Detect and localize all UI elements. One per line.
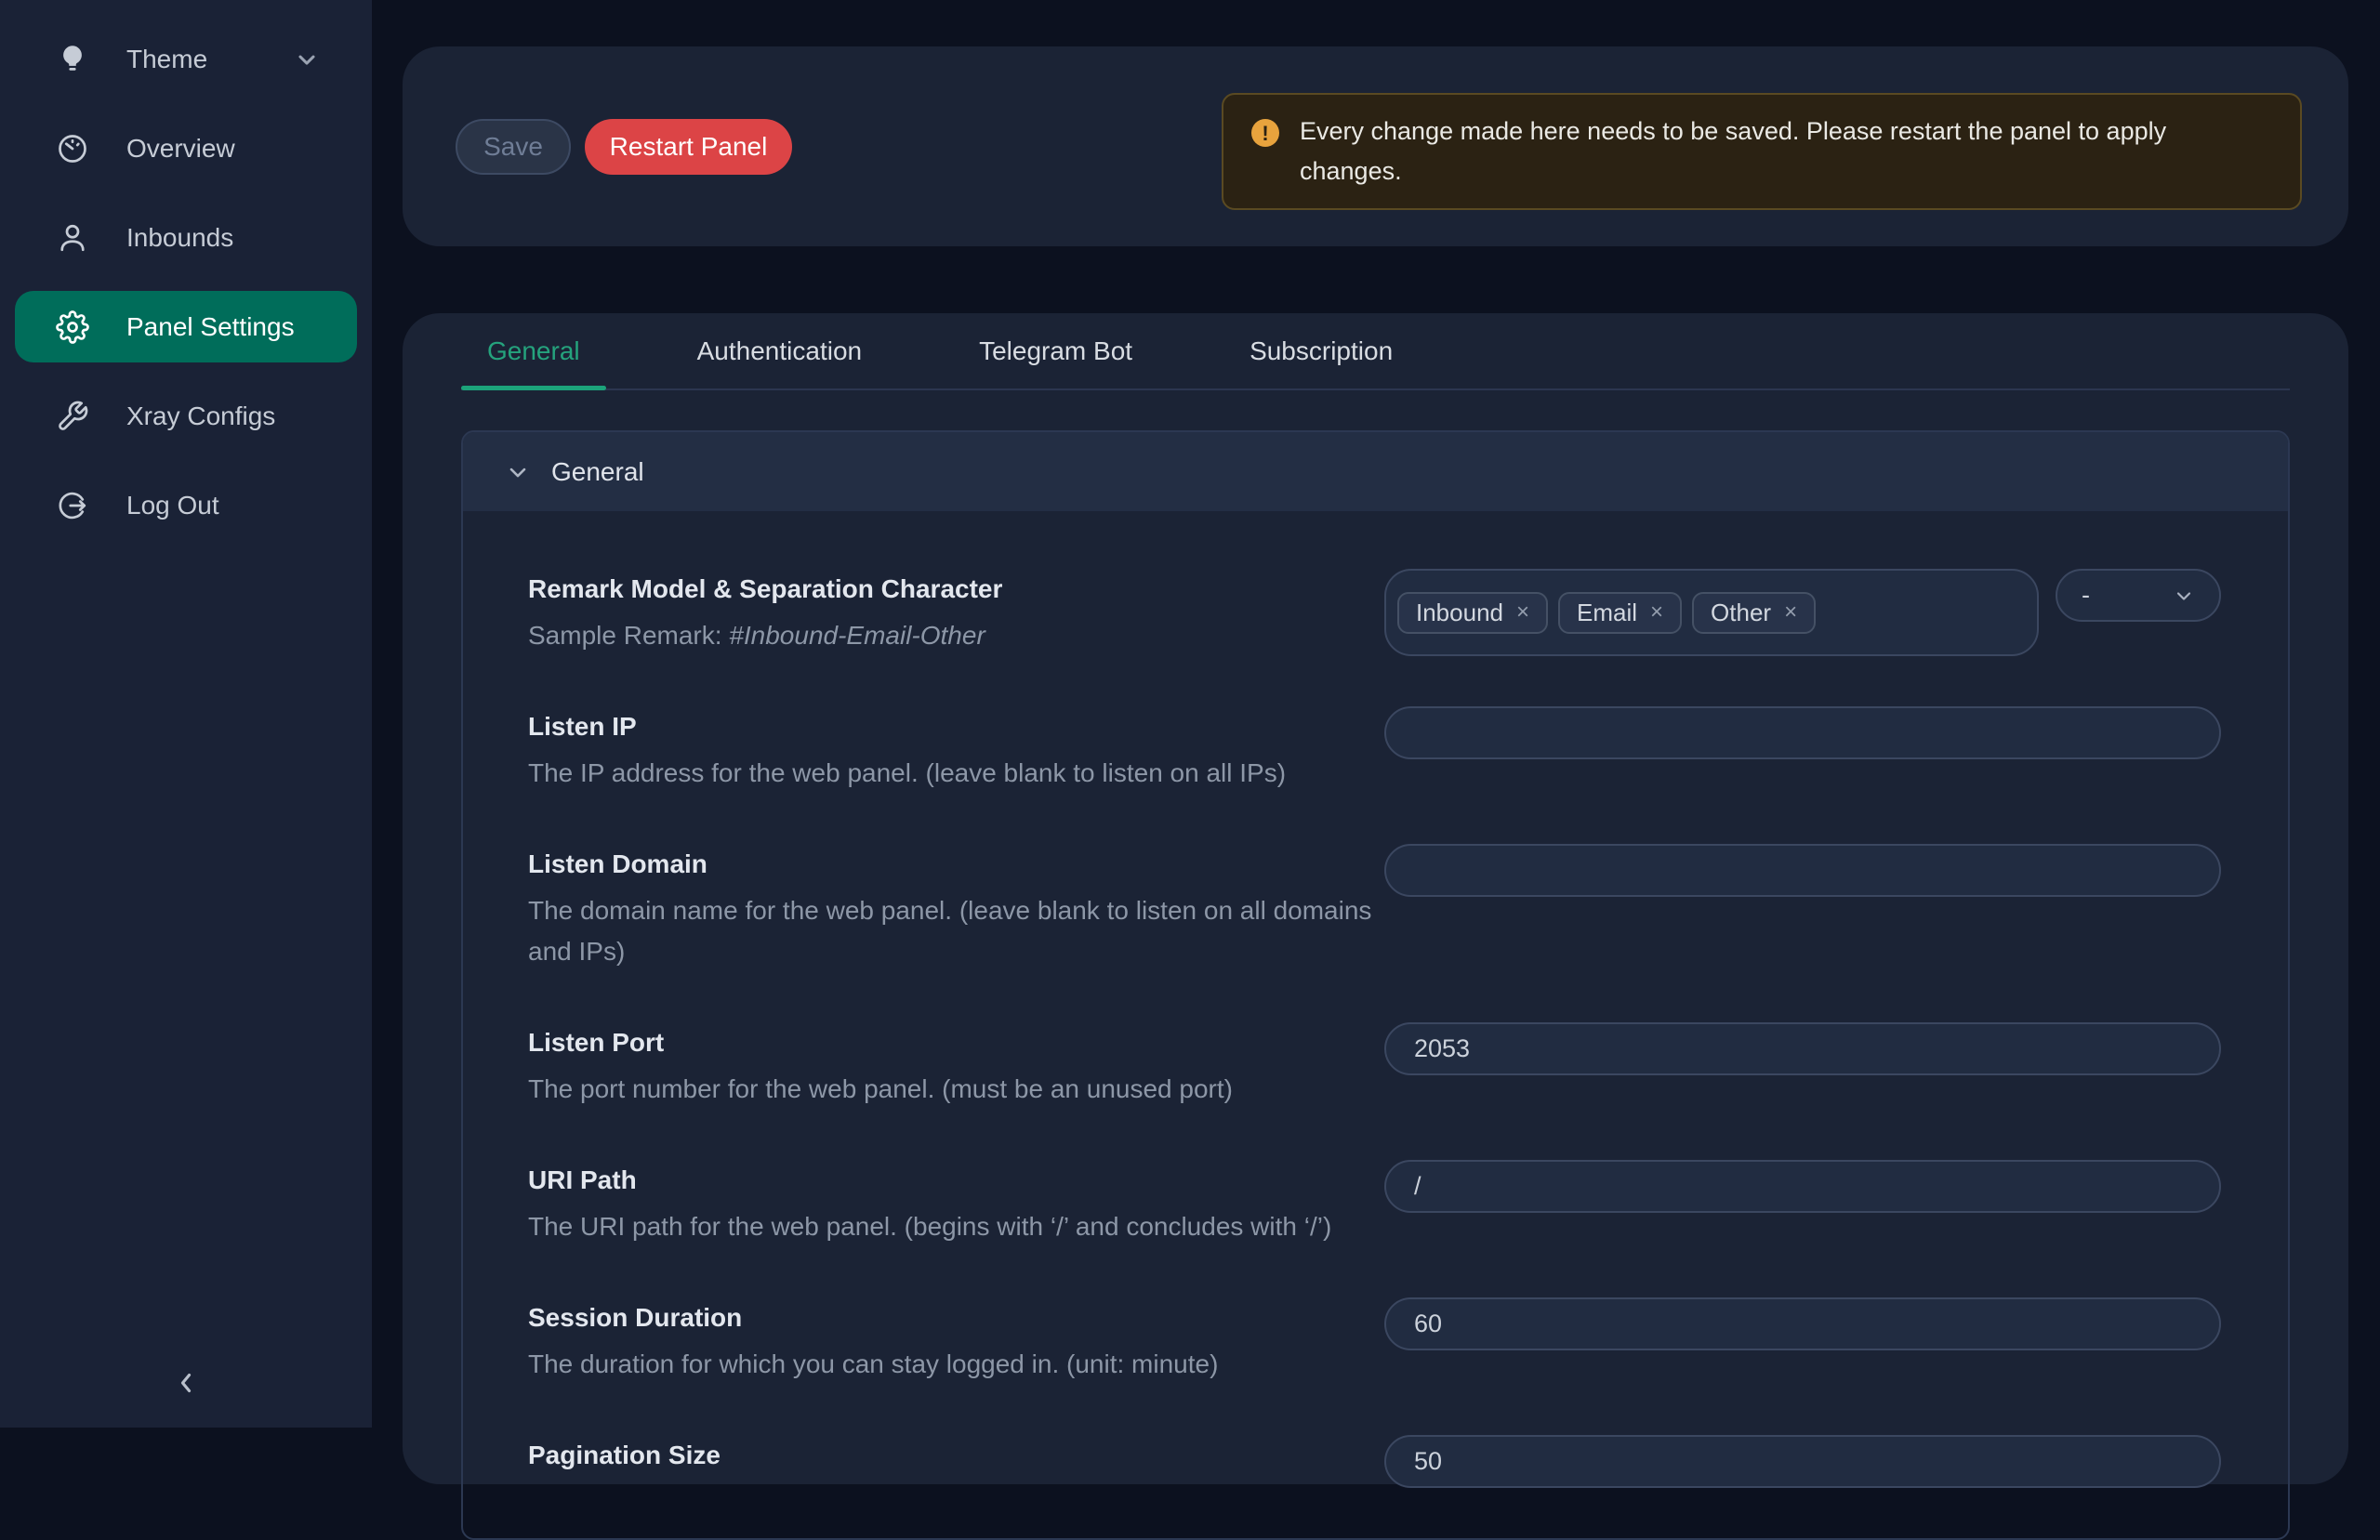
field-label: Listen Port [528,1024,1233,1061]
chevron-down-icon [294,46,320,72]
sidebar: Theme Overview [0,0,372,1428]
tag-inbound: Inbound × [1397,592,1548,634]
field-label: URI Path [528,1162,1331,1199]
chevron-left-icon [170,1367,202,1399]
field-description: Sample Remark: #Inbound-Email-Other [528,615,1002,656]
form-row-pagination-size: Pagination Size [528,1435,2221,1488]
sidebar-item-label: Overview [126,134,235,164]
listen-port-input[interactable] [1384,1022,2221,1075]
form-row-listen-domain: Listen Domain The domain name for the we… [528,844,2221,972]
lightbulb-icon [56,43,89,76]
separator-select[interactable]: - [2056,569,2221,622]
session-duration-input[interactable] [1384,1297,2221,1350]
general-collapse-header[interactable]: General [463,432,2288,511]
sidebar-item-panel-settings[interactable]: Panel Settings [15,291,357,362]
listen-ip-input[interactable] [1384,706,2221,759]
sidebar-item-label: Panel Settings [126,312,295,342]
sidebar-menu: Theme Overview [0,0,372,541]
sidebar-item-inbounds[interactable]: Inbounds [15,202,357,273]
tag-remove-icon[interactable]: × [1650,601,1663,624]
sidebar-item-label: Inbounds [126,223,233,253]
form-row-listen-port: Listen Port The port number for the web … [528,1022,2221,1110]
settings-tabs: General Authentication Telegram Bot Subs… [461,313,2290,390]
form-row-listen-ip: Listen IP The IP address for the web pan… [528,706,2221,794]
separator-select-value: - [2082,581,2090,610]
field-label: Session Duration [528,1299,1218,1336]
field-description: The domain name for the web panel. (leav… [528,890,1384,972]
sidebar-item-label: Theme [126,45,207,74]
form-row-remark-model: Remark Model & Separation Character Samp… [528,569,2221,656]
logout-icon [56,489,89,522]
warning-alert: ! Every change made here needs to be sav… [1222,93,2302,210]
tab-general[interactable]: General [461,313,606,388]
chevron-down-icon [505,459,531,485]
tag-remove-icon[interactable]: × [1784,601,1797,624]
restart-panel-button[interactable]: Restart Panel [585,119,792,175]
listen-domain-input[interactable] [1384,844,2221,897]
field-description: The port number for the web panel. (must… [528,1069,1233,1110]
field-description: The URI path for the web panel. (begins … [528,1206,1331,1247]
field-label: Remark Model & Separation Character [528,571,1002,608]
gear-icon [56,310,89,344]
sidebar-item-overview[interactable]: Overview [15,112,357,184]
sidebar-item-label: Log Out [126,491,219,520]
sidebar-collapse-button[interactable] [156,1361,216,1405]
form-row-session-duration: Session Duration The duration for which … [528,1297,2221,1385]
tag-remove-icon[interactable]: × [1516,601,1529,624]
uri-path-input[interactable] [1384,1160,2221,1213]
warning-icon: ! [1251,119,1279,147]
tag-email: Email × [1558,592,1682,634]
remark-model-tags-input[interactable]: Inbound × Email × Other × [1384,569,2039,656]
form-row-uri-path: URI Path The URI path for the web panel.… [528,1160,2221,1247]
tab-authentication[interactable]: Authentication [671,313,888,388]
tab-subscription[interactable]: Subscription [1223,313,1419,388]
tag-other: Other × [1692,592,1816,634]
sample-remark-value: #Inbound-Email-Other [729,621,985,650]
tab-telegram-bot[interactable]: Telegram Bot [953,313,1158,388]
dashboard-icon [56,132,89,165]
settings-card: General Authentication Telegram Bot Subs… [403,313,2348,1484]
field-label: Listen Domain [528,846,1384,883]
save-button[interactable]: Save [456,119,571,175]
sidebar-item-label: Xray Configs [126,401,275,431]
section-title: General [551,457,644,487]
chevron-down-icon [2173,585,2195,607]
field-label: Pagination Size [528,1437,721,1474]
field-description: The duration for which you can stay logg… [528,1344,1218,1385]
field-label: Listen IP [528,708,1286,745]
sidebar-item-theme[interactable]: Theme [15,23,357,95]
user-icon [56,221,89,255]
sidebar-item-xray-configs[interactable]: Xray Configs [15,380,357,452]
toolbar-card: Save Restart Panel ! Every change made h… [403,46,2348,246]
wrench-icon [56,400,89,433]
field-description: The IP address for the web panel. (leave… [528,753,1286,794]
main-content: Save Restart Panel ! Every change made h… [372,0,2380,1428]
general-form: Remark Model & Separation Character Samp… [463,511,2288,1488]
sidebar-item-log-out[interactable]: Log Out [15,469,357,541]
pagination-size-input[interactable] [1384,1435,2221,1488]
general-collapse-panel: General Remark Model & Separation Charac… [461,430,2290,1540]
warning-alert-message: Every change made here needs to be saved… [1300,112,2272,191]
